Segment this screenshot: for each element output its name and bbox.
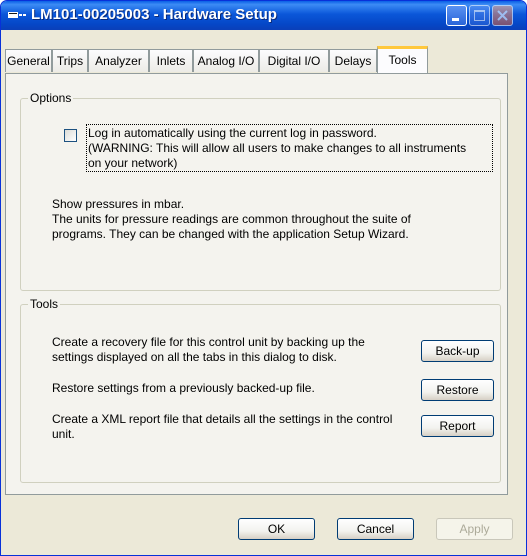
report-button[interactable]: Report	[421, 415, 494, 437]
auto-login-label[interactable]: Log in automatically using the current l…	[88, 126, 377, 141]
tab-inlets[interactable]: Inlets	[149, 49, 193, 72]
auto-login-checkbox[interactable]	[64, 129, 77, 142]
options-group-label: Options	[28, 91, 74, 105]
tab-digital-io[interactable]: Digital I/O	[259, 49, 329, 72]
auto-login-warning-cont[interactable]: on your network)	[88, 156, 177, 171]
tab-analog-io[interactable]: Analog I/O	[193, 49, 259, 72]
close-icon	[497, 10, 508, 21]
pressure-units-label: Show pressures in mbar.	[52, 197, 185, 211]
backup-description: Create a recovery file for this control …	[52, 335, 365, 349]
backup-description-cont: settings displayed on all the tabs in th…	[52, 350, 337, 364]
report-description: Create a XML report file that details al…	[52, 412, 393, 426]
tab-general[interactable]: General	[5, 49, 52, 72]
backup-button[interactable]: Back-up	[421, 340, 494, 362]
network-device-icon	[8, 9, 26, 21]
tab-tools[interactable]: Tools	[377, 46, 428, 73]
report-description-cont: unit.	[52, 427, 75, 441]
auto-login-warning[interactable]: (WARNING: This will allow all users to m…	[88, 141, 466, 156]
ok-button[interactable]: OK	[238, 518, 315, 540]
tab-trips[interactable]: Trips	[52, 49, 88, 72]
minimize-icon	[452, 18, 459, 21]
pressure-units-info: The units for pressure readings are comm…	[52, 212, 411, 226]
restore-button[interactable]: Restore	[421, 379, 494, 401]
pressure-units-info-cont: programs. They can be changed with the a…	[52, 227, 409, 241]
window-title: LM101-00205003 - Hardware Setup	[31, 6, 277, 23]
restore-description: Restore settings from a previously backe…	[52, 381, 315, 395]
cancel-button[interactable]: Cancel	[337, 518, 414, 540]
maximize-icon	[474, 10, 485, 21]
tools-group-label: Tools	[28, 297, 61, 311]
tab-delays[interactable]: Delays	[329, 49, 377, 72]
title-bar[interactable]: LM101-00205003 - Hardware Setup	[1, 1, 526, 30]
apply-button[interactable]: Apply	[436, 518, 513, 540]
tab-analyzer[interactable]: Analyzer	[88, 49, 149, 72]
hardware-setup-dialog: LM101-00205003 - Hardware Setup General …	[0, 0, 527, 556]
close-button[interactable]	[492, 5, 513, 26]
minimize-button[interactable]	[446, 5, 467, 26]
maximize-button[interactable]	[469, 5, 490, 26]
